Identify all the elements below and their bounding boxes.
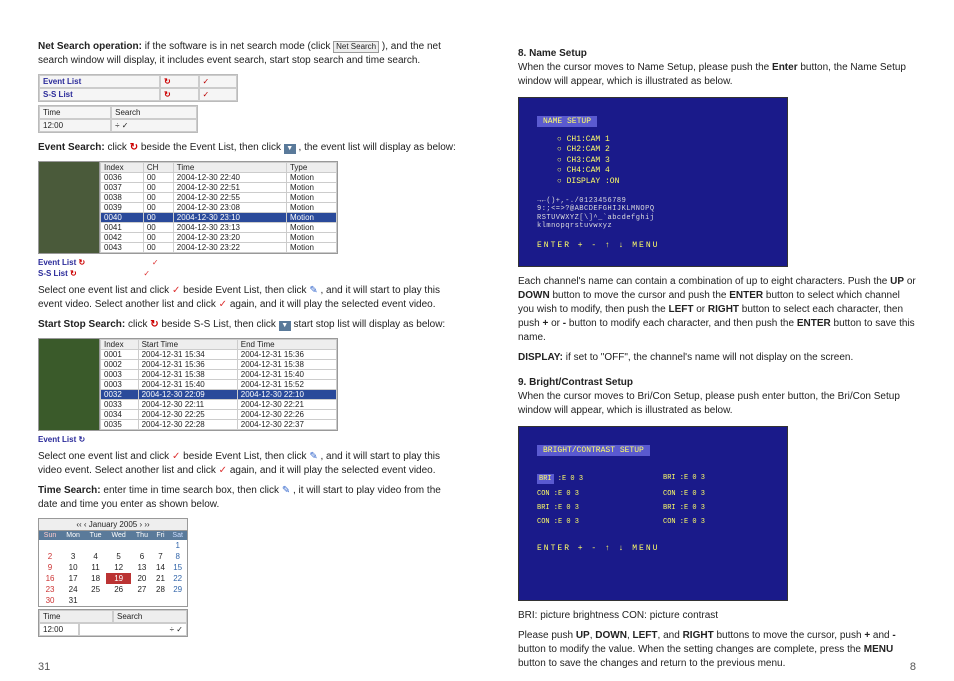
net-search-button[interactable]: Net Search xyxy=(333,41,379,53)
calendar-header[interactable]: ‹‹ ‹ January 2005 › ›› xyxy=(39,519,187,531)
ss-list-footer: S-S List ↻ ✓ xyxy=(38,269,458,278)
select-event-text: Select one event list and click ✓ beside… xyxy=(38,284,458,312)
event-thumbnail xyxy=(39,162,99,253)
check-icon[interactable]: ✓ xyxy=(219,299,227,310)
time-search-label: Time Search: xyxy=(38,485,101,496)
check-icon[interactable]: ✓ xyxy=(199,75,238,88)
left-column: Net Search operation: if the software is… xyxy=(38,40,458,671)
refresh-icon[interactable]: ↻ xyxy=(70,269,77,278)
event-list-footer: Event List ↻ ✓ xyxy=(38,258,458,267)
ss-search-text: Start Stop Search: click ↻ beside S-S Li… xyxy=(38,318,458,332)
edit-icon[interactable]: ✎ xyxy=(282,485,290,496)
bright-contrast-osd: BRIGHT/CONTRAST SETUP BRI :E 0 3BRI :E 0… xyxy=(518,426,788,601)
section-8-display: DISPLAY: if set to "OFF", the channel's … xyxy=(518,351,918,365)
ss-search-label: Start Stop Search: xyxy=(38,319,125,330)
osd-footer: ENTER + - ↑ ↓ MENU xyxy=(537,241,769,250)
time-search-bar-top: Time Search 12:00 ÷ ✓ xyxy=(38,105,198,133)
edit-icon[interactable]: ✎ xyxy=(309,285,317,296)
time-search-bar-bottom: Time Search 12:00 ÷ ✓ xyxy=(38,609,188,637)
section-9-title: 9. Bright/Contrast Setup xyxy=(518,377,918,388)
search-action[interactable]: ÷ ✓ xyxy=(79,623,187,636)
event-list-label: Event List xyxy=(38,258,76,267)
ss-list-panel: IndexStart TimeEnd Time00012004-12-31 15… xyxy=(38,338,338,431)
time-header: Time xyxy=(39,106,111,119)
osd-title: BRIGHT/CONTRAST SETUP xyxy=(537,445,650,456)
event-list-panel: IndexCHTimeType0036002004-12-30 22:40Mot… xyxy=(38,161,338,254)
refresh-icon[interactable]: ↻ xyxy=(130,142,138,153)
ss-table[interactable]: IndexStart TimeEnd Time00012004-12-31 15… xyxy=(99,339,337,430)
section-8-intro: When the cursor moves to Name Setup, ple… xyxy=(518,61,918,89)
search-header: Search xyxy=(111,106,197,119)
event-ss-list-bar: Event List ↻ ✓ S-S List ↻ ✓ xyxy=(38,74,238,102)
event-list-label: Event List xyxy=(39,75,160,88)
check-icon[interactable]: ✓ xyxy=(152,258,159,267)
osd-footer: ENTER + - ↑ ↓ MENU xyxy=(537,544,769,553)
refresh-icon[interactable]: ↻ xyxy=(150,319,158,330)
time-value[interactable]: 12:00 xyxy=(39,623,79,636)
event-search-label: Event Search: xyxy=(38,142,105,153)
section-9-legend: BRI: picture brightness CON: picture con… xyxy=(518,609,918,623)
event-table[interactable]: IndexCHTimeType0036002004-12-30 22:40Mot… xyxy=(99,162,337,253)
select-ss-text: Select one event list and click ✓ beside… xyxy=(38,450,458,478)
section-9-body: Please push UP, DOWN, LEFT, and RIGHT bu… xyxy=(518,629,918,671)
osd-title: NAME SETUP xyxy=(537,116,597,127)
refresh-icon[interactable]: ↻ xyxy=(160,88,198,101)
ss-list-label: S-S List xyxy=(38,269,68,278)
search-action[interactable]: ÷ ✓ xyxy=(111,119,197,132)
calendar[interactable]: ‹‹ ‹ January 2005 › ›› SunMonTueWedThuFr… xyxy=(38,518,188,607)
time-header: Time xyxy=(39,610,113,623)
ss-thumbnail xyxy=(39,339,99,430)
page-number-left: 31 xyxy=(38,661,50,673)
search-header: Search xyxy=(113,610,187,623)
section-8-title: 8. Name Setup xyxy=(518,48,918,59)
time-search-text: Time Search: enter time in time search b… xyxy=(38,484,458,512)
time-value[interactable]: 12:00 xyxy=(39,119,111,132)
page-number-right: 8 xyxy=(910,661,916,673)
name-setup-osd: NAME SETUP ○ CH1:CAM 1○ CH2:CAM 2○ CH3:C… xyxy=(518,97,788,267)
refresh-icon[interactable]: ↻ xyxy=(160,75,198,88)
check-icon[interactable]: ✓ xyxy=(143,269,150,278)
refresh-icon[interactable]: ↻ xyxy=(78,258,85,267)
right-column: 8. Name Setup When the cursor moves to N… xyxy=(518,40,918,671)
check-icon[interactable]: ✓ xyxy=(199,88,238,101)
check-icon[interactable]: ✓ xyxy=(219,465,227,476)
net-search-label: Net Search operation: xyxy=(38,41,142,52)
edit-icon[interactable]: ✎ xyxy=(309,451,317,462)
dropdown-icon[interactable]: ▼ xyxy=(284,144,296,154)
dropdown-icon[interactable]: ▼ xyxy=(279,321,291,331)
section-9-intro: When the cursor moves to Bri/Con Setup, … xyxy=(518,390,918,418)
ss-panel-footer: Event List ↻ xyxy=(38,435,458,444)
event-search-text: Event Search: click ↻ beside the Event L… xyxy=(38,141,458,155)
ss-list-label: S-S List xyxy=(39,88,160,101)
net-search-intro: Net Search operation: if the software is… xyxy=(38,40,458,68)
section-8-body: Each channel's name can contain a combin… xyxy=(518,275,918,345)
